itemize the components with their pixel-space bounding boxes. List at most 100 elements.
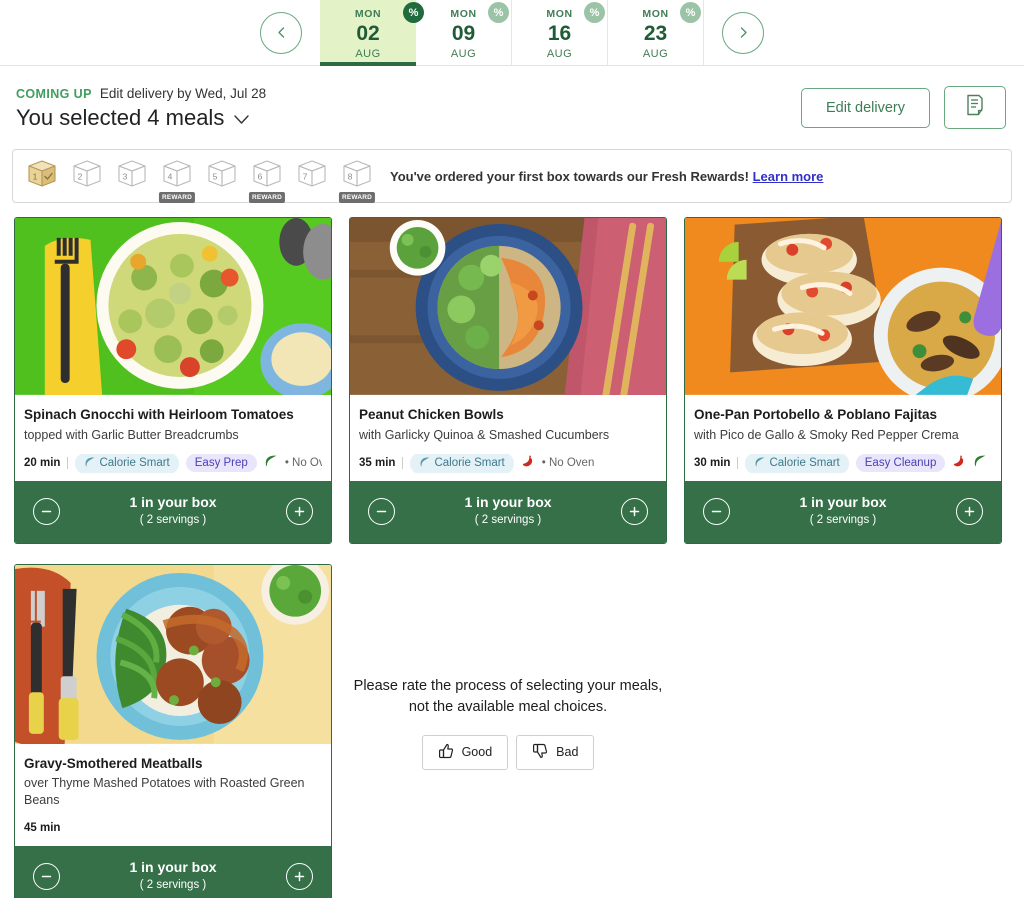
meal-quantity-bar: 1 in your box ( 2 servings ) xyxy=(685,480,1001,543)
date-tab-strip: MON 02 AUG % MON 09 AUG % MON 16 AUG % M… xyxy=(320,0,704,66)
decrease-quantity-button[interactable] xyxy=(33,498,60,526)
meal-title: One-Pan Portobello & Poblano Fajitas xyxy=(694,407,938,422)
reward-box-1[interactable]: 1 xyxy=(25,159,59,194)
chevron-down-icon xyxy=(233,105,250,131)
increase-quantity-button[interactable] xyxy=(286,863,313,891)
header-actions: Edit delivery xyxy=(801,86,1006,129)
date-tab-3[interactable]: MON 23 AUG % xyxy=(608,0,704,65)
reward-box-5[interactable]: 5 xyxy=(205,159,239,194)
tag-easy-cleanup: Easy Cleanup xyxy=(855,454,946,473)
page-title-text: You selected 4 meals xyxy=(16,105,225,130)
box-icon: 3 xyxy=(116,159,148,194)
meal-card[interactable]: Gravy-Smothered Meatballs over Thyme Mas… xyxy=(14,563,332,898)
meal-card[interactable]: One-Pan Portobello & Poblano Fajitas wit… xyxy=(684,217,1002,544)
meal-quantity-bar: 1 in your box ( 2 servings ) xyxy=(350,480,666,543)
meal-card[interactable]: Peanut Chicken Bowls with Garlicky Quino… xyxy=(349,217,667,544)
date-tab-month: AUG xyxy=(450,47,477,60)
meal-prep-time: 35 min xyxy=(359,457,404,470)
svg-text:7: 7 xyxy=(303,171,308,181)
meal-title: Gravy-Smothered Meatballs xyxy=(24,755,203,771)
date-tab-day: 09 xyxy=(451,21,476,45)
discount-badge-icon: % xyxy=(680,2,701,23)
meal-tag-row: 45 min xyxy=(24,819,322,838)
date-tab-day: 23 xyxy=(643,21,668,45)
meal-image xyxy=(15,218,331,396)
box-icon: 8 xyxy=(341,159,373,194)
tag-calorie-smart: Calorie Smart xyxy=(745,453,849,473)
date-tab-2[interactable]: MON 16 AUG % xyxy=(512,0,608,65)
delivery-header: COMING UP Edit delivery by Wed, Jul 28 Y… xyxy=(0,66,1024,131)
reward-box-7[interactable]: 7 xyxy=(295,159,329,194)
meal-quantity-info: 1 in your box ( 2 servings ) xyxy=(464,494,551,529)
meal-servings-label: ( 2 servings ) xyxy=(139,513,207,526)
date-tab-dow: MON xyxy=(642,7,669,20)
date-tab-dow: MON xyxy=(354,7,382,20)
decrease-quantity-button[interactable] xyxy=(33,863,60,891)
meal-title: Peanut Chicken Bowls xyxy=(359,407,504,422)
tag-calorie-smart: Calorie Smart xyxy=(75,453,179,473)
reward-tag: REWARD xyxy=(248,191,286,203)
box-icon: 6 xyxy=(251,159,283,194)
feedback-good-label: Good xyxy=(461,745,493,760)
meal-tag-row: 30 min Calorie Smart Easy Cleanup … xyxy=(694,453,992,473)
delivery-note-button[interactable] xyxy=(944,86,1006,129)
tag-label: Easy Cleanup xyxy=(864,457,937,470)
meal-prep-time: 45 min xyxy=(24,822,61,835)
thumbs-up-icon xyxy=(438,743,454,762)
meal-quantity-info: 1 in your box ( 2 servings ) xyxy=(799,494,886,529)
meal-image xyxy=(685,218,1001,396)
meal-quantity-label: 1 in your box xyxy=(129,859,217,876)
decrease-quantity-button[interactable] xyxy=(703,498,730,526)
reward-tag: REWARD xyxy=(338,191,376,203)
meal-quantity-info: 1 in your box ( 2 servings ) xyxy=(129,859,216,894)
increase-quantity-button[interactable] xyxy=(286,498,313,526)
leaf-green-icon xyxy=(264,454,278,473)
edit-delivery-button[interactable]: Edit delivery xyxy=(801,87,930,128)
edit-deadline-text: Edit delivery by Wed, Jul 28 xyxy=(99,86,267,101)
increase-quantity-button[interactable] xyxy=(956,498,983,526)
box-icon: 4 xyxy=(161,159,193,194)
rewards-message: You've ordered your first box towards ou… xyxy=(390,169,823,184)
svg-text:1: 1 xyxy=(33,171,38,181)
reward-tag: REWARD xyxy=(158,191,196,203)
tag-calorie-smart: Calorie Smart xyxy=(410,453,514,473)
date-tab-0[interactable]: MON 02 AUG % xyxy=(320,0,424,66)
reward-box-3[interactable]: 3 xyxy=(115,159,149,194)
meal-info: Peanut Chicken Bowls with Garlicky Quino… xyxy=(350,396,666,481)
increase-quantity-button[interactable] xyxy=(621,498,648,526)
meal-prep-time: 30 min xyxy=(694,457,739,470)
svg-text:3: 3 xyxy=(123,171,128,181)
reward-box-2[interactable]: 2 xyxy=(70,159,104,194)
chevron-right-icon xyxy=(737,26,750,39)
reward-box-4[interactable]: 4 REWARD xyxy=(158,159,196,203)
decrease-quantity-button[interactable] xyxy=(368,498,395,526)
feedback-good-button[interactable]: Good xyxy=(421,734,509,770)
meal-info: One-Pan Portobello & Poblano Fajitas wit… xyxy=(685,396,1001,481)
meal-quantity-label: 1 in your box xyxy=(799,494,887,511)
date-tab-1[interactable]: MON 09 AUG % xyxy=(416,0,512,65)
date-tab-dow: MON xyxy=(546,7,573,20)
meal-quantity-label: 1 in your box xyxy=(129,494,217,511)
svg-text:4: 4 xyxy=(168,171,173,181)
reward-box-6[interactable]: 6 REWARD xyxy=(248,159,286,203)
next-week-button[interactable] xyxy=(722,11,764,54)
page-title[interactable]: You selected 4 meals xyxy=(16,105,266,131)
meal-image xyxy=(350,218,666,396)
meal-grid: Spinach Gnocchi with Heirloom Tomatoes t… xyxy=(0,203,1024,898)
meal-servings-label: ( 2 servings ) xyxy=(474,513,542,526)
feedback-bad-button[interactable]: Bad xyxy=(516,734,595,770)
reward-box-8[interactable]: 8 REWARD xyxy=(338,159,376,203)
tag-easy-prep: Easy Prep xyxy=(185,454,257,473)
meal-subtitle: with Garlicky Quinoa & Smashed Cucumbers xyxy=(359,427,610,442)
date-tab-month: AUG xyxy=(546,47,573,60)
tag-label: Easy Prep xyxy=(194,457,248,470)
meal-prep-time: 20 min xyxy=(24,457,69,470)
discount-badge-icon: % xyxy=(584,2,605,23)
meal-card[interactable]: Spinach Gnocchi with Heirloom Tomatoes t… xyxy=(14,217,332,544)
rewards-learn-more-link[interactable]: Learn more xyxy=(753,169,824,184)
leaf-green-icon xyxy=(973,454,987,473)
date-tab-day: 02 xyxy=(356,21,380,45)
leaf-icon xyxy=(84,456,96,471)
prev-week-button[interactable] xyxy=(260,11,302,54)
meal-subtitle: with Pico de Gallo & Smoky Red Pepper Cr… xyxy=(694,427,959,442)
